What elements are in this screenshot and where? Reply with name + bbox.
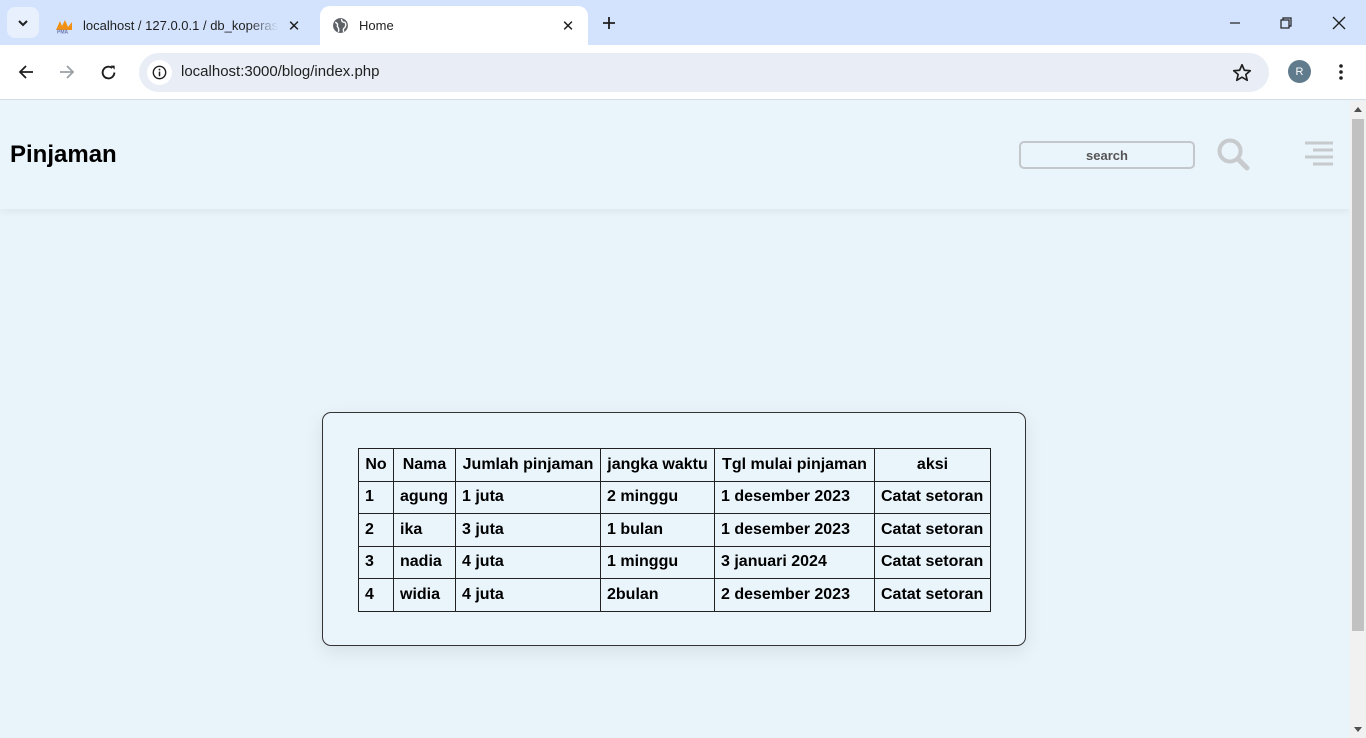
catat-setoran-link[interactable]: Catat setoran — [874, 480, 991, 514]
browser-toolbar: localhost:3000/blog/index.php R — [0, 45, 1366, 100]
restore-button[interactable] — [1260, 0, 1312, 45]
tab-home[interactable]: Home ✕ — [320, 6, 588, 45]
cell-tgl: 3 januari 2024 — [714, 545, 875, 579]
tab-title: Home — [359, 18, 394, 33]
minimize-button[interactable] — [1209, 0, 1261, 45]
back-button[interactable] — [11, 57, 41, 87]
site-info-icon[interactable] — [147, 60, 172, 85]
cell-jumlah: 3 juta — [455, 513, 601, 547]
cell-nama: agung — [393, 480, 456, 514]
page-header: Pinjaman — [0, 101, 1350, 209]
cell-no: 1 — [358, 480, 394, 514]
scrollbar-thumb[interactable] — [1352, 119, 1364, 631]
page-title: Pinjaman — [10, 141, 117, 168]
column-header: Tgl mulai pinjaman — [714, 448, 875, 482]
page-scrollbar[interactable] — [1350, 101, 1366, 738]
cell-jumlah: 4 juta — [455, 578, 601, 612]
cell-jangka: 1 bulan — [600, 513, 715, 547]
column-header: jangka waktu — [600, 448, 715, 482]
plus-icon — [603, 17, 615, 29]
chevron-down-icon — [18, 19, 28, 26]
browser-tab-bar: PMA localhost / 127.0.0.1 / db_koperasi … — [0, 0, 1366, 45]
reload-icon — [101, 65, 115, 79]
catat-setoran-link[interactable]: Catat setoran — [874, 545, 991, 579]
loan-table: No Nama Jumlah pinjaman jangka waktu Tgl… — [358, 448, 991, 612]
cell-jumlah: 1 juta — [455, 480, 601, 514]
more-vertical-icon — [1339, 64, 1343, 80]
close-icon[interactable]: ✕ — [558, 16, 578, 36]
close-icon — [1332, 16, 1346, 29]
column-header: Nama — [393, 448, 456, 482]
cell-no: 2 — [358, 513, 394, 547]
search-input[interactable] — [1019, 141, 1195, 169]
restore-icon — [1280, 16, 1292, 29]
catat-setoran-link[interactable]: Catat setoran — [874, 578, 991, 612]
svg-text:PMA: PMA — [57, 29, 69, 34]
page-viewport: Pinjaman No Nama Jumlah pinjaman jangka … — [0, 101, 1350, 738]
minimize-icon — [1230, 21, 1240, 24]
scroll-down-icon[interactable] — [1354, 727, 1362, 732]
cell-tgl: 1 desember 2023 — [714, 480, 875, 514]
tab-phpmyadmin[interactable]: PMA localhost / 127.0.0.1 / db_koperasi … — [44, 6, 314, 45]
arrow-right-icon — [60, 65, 75, 79]
address-bar[interactable]: localhost:3000/blog/index.php — [139, 53, 1269, 92]
column-header: Jumlah pinjaman — [455, 448, 601, 482]
cell-nama: nadia — [393, 545, 456, 579]
table-row: 4 widia 4 juta 2bulan 2 desember 2023 Ca… — [358, 578, 991, 612]
cell-nama: widia — [393, 578, 456, 612]
scroll-up-icon[interactable] — [1354, 107, 1362, 112]
cell-no: 4 — [358, 578, 394, 612]
table-header-row: No Nama Jumlah pinjaman jangka waktu Tgl… — [358, 448, 991, 482]
column-header: aksi — [874, 448, 991, 482]
search-icon[interactable] — [1216, 137, 1250, 171]
cell-jumlah: 4 juta — [455, 545, 601, 579]
tab-search-button[interactable] — [7, 7, 39, 38]
catat-setoran-link[interactable]: Catat setoran — [874, 513, 991, 547]
browser-menu-button[interactable] — [1328, 59, 1354, 85]
cell-jangka: 2 minggu — [600, 480, 715, 514]
cell-tgl: 1 desember 2023 — [714, 513, 875, 547]
close-icon[interactable]: ✕ — [284, 16, 304, 36]
arrow-left-icon — [18, 65, 33, 79]
loan-table-card: No Nama Jumlah pinjaman jangka waktu Tgl… — [322, 412, 1026, 646]
table-row: 2 ika 3 juta 1 bulan 1 desember 2023 Cat… — [358, 513, 991, 547]
url-text: localhost:3000/blog/index.php — [181, 63, 380, 80]
reload-button[interactable] — [93, 57, 123, 87]
cell-jangka: 1 minggu — [600, 545, 715, 579]
cell-tgl: 2 desember 2023 — [714, 578, 875, 612]
profile-avatar[interactable]: R — [1288, 60, 1311, 83]
forward-button[interactable] — [52, 57, 82, 87]
table-row: 1 agung 1 juta 2 minggu 1 desember 2023 … — [358, 480, 991, 514]
column-header: No — [358, 448, 394, 482]
cell-jangka: 2bulan — [600, 578, 715, 612]
cell-no: 3 — [358, 545, 394, 579]
table-row: 3 nadia 4 juta 1 minggu 3 januari 2024 C… — [358, 545, 991, 579]
cell-nama: ika — [393, 513, 456, 547]
new-tab-button[interactable] — [596, 10, 622, 36]
globe-icon — [330, 16, 350, 36]
phpmyadmin-icon: PMA — [54, 16, 74, 36]
tab-title: localhost / 127.0.0.1 / db_koperasi — [83, 18, 278, 33]
close-window-button[interactable] — [1313, 0, 1365, 45]
menu-icon[interactable] — [1303, 140, 1335, 166]
bookmark-star-icon[interactable] — [1231, 62, 1253, 84]
